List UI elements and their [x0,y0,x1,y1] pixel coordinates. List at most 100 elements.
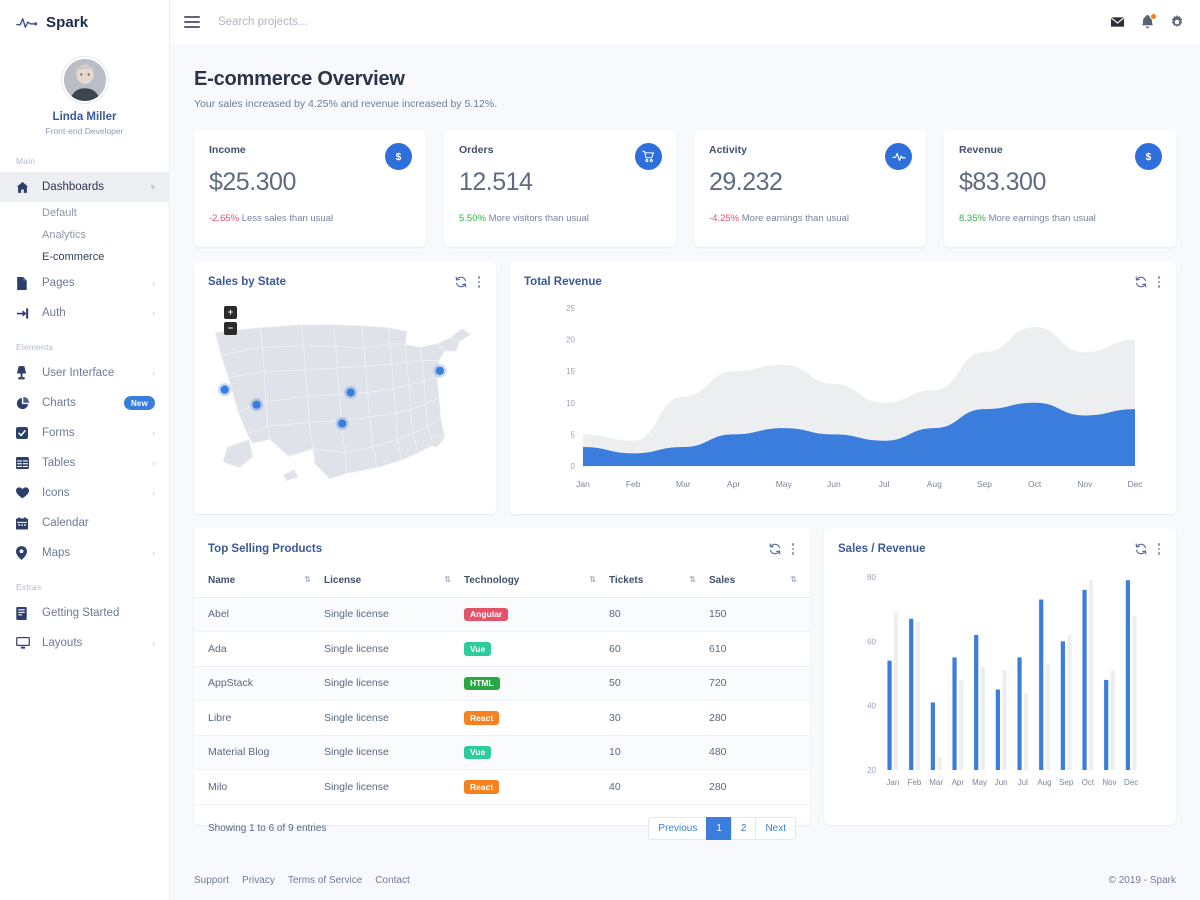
sidebar-subitem-ecommerce[interactable]: E-commerce [0,246,169,268]
hamburger-icon[interactable] [184,16,200,28]
table-row[interactable]: MiloSingle licenseReact40280 [194,770,810,805]
sidebar-item-user-interface[interactable]: User Interface › [0,358,169,388]
table-row[interactable]: AbelSingle licenseAngular80150 [194,597,810,632]
svg-text:5: 5 [571,430,576,439]
brand[interactable]: Spark [0,0,169,45]
more-vertical-icon[interactable] [1156,274,1163,290]
card-header: Total Revenue [510,261,1176,298]
stat-card-orders[interactable]: Orders 12.514 5.50% More visitors than u… [444,130,676,247]
zoom-in-button[interactable]: + [224,306,237,319]
us-map[interactable]: + − [204,300,486,500]
footer-link-support[interactable]: Support [194,875,229,886]
table-row[interactable]: Material BlogSingle licenseVue10480 [194,735,810,770]
stat-card-revenue[interactable]: Revenue $83.300 8.35% More earnings than… [944,130,1176,247]
more-vertical-icon[interactable] [790,541,797,557]
stat-delta-text: More earnings than usual [989,213,1096,224]
refresh-icon[interactable] [455,276,467,288]
mail-icon[interactable] [1110,15,1125,29]
sidebar-item-maps[interactable]: Maps › [0,538,169,568]
row-table-bars: Top Selling Products Name⇅ Lic [194,528,1176,825]
stat-card-activity[interactable]: Activity 29.232 -4.25% More earnings tha… [694,130,926,247]
zoom-out-button[interactable]: − [224,322,237,335]
gear-icon[interactable] [1170,15,1184,29]
svg-text:Mar: Mar [676,479,691,489]
sidebar-item-dashboards[interactable]: Dashboards ▾ [0,172,169,202]
nav-section-main: Main [0,142,169,172]
charts-new-badge: New [124,396,155,410]
sidebar-item-auth[interactable]: Auth › [0,298,169,328]
cell-tickets: 80 [609,597,709,632]
svg-text:Jul: Jul [879,479,890,489]
map-pin-icon [16,546,32,560]
heart-icon [16,487,32,499]
cell-technology: HTML [464,666,609,701]
th-tickets[interactable]: Tickets⇅ [609,565,709,598]
refresh-icon[interactable] [1135,276,1147,288]
refresh-icon[interactable] [1135,543,1147,555]
home-icon [16,181,32,194]
svg-text:Sep: Sep [1059,778,1074,787]
book-icon [16,607,32,620]
pagination-next[interactable]: Next [755,817,796,840]
cart-icon [635,143,662,170]
sidebar-item-pages[interactable]: Pages › [0,268,169,298]
th-license[interactable]: License⇅ [324,565,464,598]
sidebar-item-getting-started[interactable]: Getting Started [0,598,169,628]
sidebar-item-icons[interactable]: Icons › [0,478,169,508]
sidebar-subitem-analytics[interactable]: Analytics [0,224,169,246]
cell-name: AppStack [194,666,324,701]
cell-sales: 280 [709,701,810,736]
pagination-page-2[interactable]: 2 [731,817,757,840]
sidebar-subitems: Default Analytics E-commerce [0,202,169,268]
th-name[interactable]: Name ⇅ [194,565,324,598]
more-vertical-icon[interactable] [1156,541,1163,557]
table-row[interactable]: AppStackSingle licenseHTML50720 [194,666,810,701]
map-zoom-controls: + − [224,306,237,338]
pagination-page-1[interactable]: 1 [706,817,732,840]
sidebar-item-label: Calendar [42,517,155,529]
pagination-previous[interactable]: Previous [648,817,707,840]
th-label: Name [208,575,235,586]
stat-delta-pct: -4.25% [709,213,739,224]
svg-text:20: 20 [867,766,876,775]
sidebar-item-tables[interactable]: Tables › [0,448,169,478]
page-subtitle: Your sales increased by 4.25% and revenu… [194,98,1176,110]
topbar [170,0,1200,44]
bell-icon[interactable] [1141,15,1154,30]
tech-badge: Vue [464,642,491,656]
nav-section-elements: Elements [0,328,169,358]
stat-label: Revenue [959,144,1162,156]
table-row[interactable]: LibreSingle licenseReact30280 [194,701,810,736]
stat-delta-text: Less sales than usual [242,213,333,224]
sort-icon: ⇅ [304,575,310,584]
sidebar-item-forms[interactable]: Forms › [0,418,169,448]
footer-link-privacy[interactable]: Privacy [242,875,275,886]
refresh-icon[interactable] [769,543,781,555]
footer-link-contact[interactable]: Contact [375,875,409,886]
page-title: E-commerce Overview [194,68,1176,91]
sidebar-subitem-default[interactable]: Default [0,202,169,224]
stat-delta: -2.65% Less sales than usual [209,213,412,224]
table-row[interactable]: AdaSingle licenseVue60610 [194,632,810,667]
more-vertical-icon[interactable] [476,274,483,290]
chevron-right-icon: › [152,429,155,438]
stat-card-income[interactable]: Income $25.300 -2.65% Less sales than us… [194,130,426,247]
svg-text:Jul: Jul [1018,778,1028,787]
svg-text:60: 60 [867,637,876,646]
stat-delta-pct: -2.65% [209,213,239,224]
sidebar-item-layouts[interactable]: Layouts › [0,628,169,658]
th-sales[interactable]: Sales⇅ [709,565,810,598]
search-input[interactable] [218,16,1110,28]
th-technology[interactable]: Technology⇅ [464,565,609,598]
sidebar-item-charts[interactable]: Charts New [0,388,169,418]
avatar[interactable] [62,57,108,103]
cell-name: Ada [194,632,324,667]
sales-by-state-card: Sales by State + − [194,261,496,514]
map-svg [204,300,486,500]
svg-text:Mar: Mar [929,778,943,787]
notification-badge [1150,13,1157,20]
svg-text:Aug: Aug [1037,778,1051,787]
tech-badge: Vue [464,746,491,760]
footer-link-terms[interactable]: Terms of Service [288,875,362,886]
sidebar-item-calendar[interactable]: Calendar [0,508,169,538]
